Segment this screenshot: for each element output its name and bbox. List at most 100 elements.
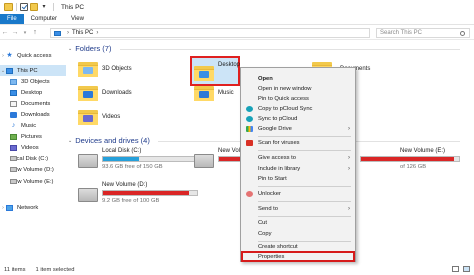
sidebar-item-label: This PC <box>17 67 38 74</box>
menu-item-unlocker[interactable]: Unlocker <box>241 189 355 199</box>
sidebar-item-label: Pictures <box>21 133 42 140</box>
folder-label: 3D Objects <box>102 65 132 72</box>
drive-icon <box>194 154 214 168</box>
menu-item-pin-start[interactable]: Pin to Start <box>241 174 355 184</box>
up-arrow-icon[interactable]: ↑ <box>30 26 40 40</box>
menu-item-include-library[interactable]: Include in library › <box>241 164 355 174</box>
usage-fill <box>103 157 139 161</box>
folder-icon <box>78 108 98 125</box>
forward-arrow-icon[interactable]: → <box>10 26 20 40</box>
menu-item-send-to[interactable]: Send to › <box>241 204 355 214</box>
sidebar-item-pictures[interactable]: Pictures <box>0 131 66 142</box>
details-view-icon[interactable] <box>452 266 459 272</box>
tab-view[interactable]: View <box>64 14 91 24</box>
menu-item-open-new-window[interactable]: Open in new window <box>241 84 355 94</box>
sidebar-item-label: Music <box>21 122 37 129</box>
videos-icon <box>10 144 17 151</box>
folder-icon <box>78 60 98 77</box>
breadcrumb-this-pc[interactable]: This PC <box>72 30 93 36</box>
drive-icon <box>10 156 17 161</box>
computer-icon <box>54 30 61 36</box>
sidebar-item-label: Videos <box>21 144 39 151</box>
menu-item-copy-pcloud-sync[interactable]: Copy to pCloud Sync <box>241 104 355 114</box>
folder-videos[interactable]: Videos <box>78 108 120 125</box>
network-icon <box>6 204 13 211</box>
menu-item-label: Unlocker <box>258 191 281 197</box>
menu-item-properties[interactable]: Properties <box>241 252 355 262</box>
breadcrumb-arrow-icon[interactable]: › <box>67 30 69 36</box>
breadcrumb-arrow-icon[interactable]: › <box>96 30 98 36</box>
divider <box>16 3 17 11</box>
menu-item-cut[interactable]: Cut <box>241 218 355 228</box>
folder-downloads[interactable]: Downloads <box>78 84 132 101</box>
menu-item-give-access[interactable]: Give access to › <box>241 153 355 163</box>
new-folder-quick-icon[interactable] <box>30 3 38 11</box>
menu-item-sync-pcloud[interactable]: Sync to pCloud <box>241 114 355 124</box>
chevron-right-icon: › <box>348 206 350 212</box>
drive-info: New Volume (E:) of 126 GB <box>360 148 460 178</box>
properties-quick-icon[interactable] <box>20 3 28 11</box>
drive-label: New Volume (E:) <box>400 148 446 154</box>
chevron-down-icon[interactable]: ▾ <box>40 3 48 11</box>
large-icons-view-icon[interactable] <box>463 266 470 272</box>
recent-chevron-icon[interactable]: ▾ <box>20 26 30 40</box>
tab-file[interactable]: File <box>0 14 24 24</box>
drive-local-disk-c[interactable]: Local Disk (C:) 93.6 GB free of 150 GB <box>78 148 198 178</box>
documents-icon <box>10 100 17 107</box>
folder-desktop[interactable]: Desktop <box>194 60 240 81</box>
ribbon-tabs: File Computer View <box>0 14 474 25</box>
chevron-down-icon[interactable]: ⌄ <box>68 46 72 52</box>
sidebar-item-3d-objects[interactable]: 3D Objects <box>0 76 66 87</box>
folder-label: Music <box>218 89 234 96</box>
menu-item-open[interactable]: Open <box>241 74 355 84</box>
sidebar-item-label: Downloads <box>21 111 50 118</box>
folder-label: Downloads <box>102 89 132 96</box>
sidebar-item-documents[interactable]: Documents <box>0 98 66 109</box>
drive-icon <box>78 188 98 202</box>
drive-new-volume-e[interactable]: New Volume (E:) of 126 GB <box>360 148 460 178</box>
drive-info: New Volume (D:) 9.2 GB free of 100 GB <box>102 182 198 212</box>
tab-computer[interactable]: Computer <box>24 14 64 24</box>
sidebar-item-label: 3D Objects <box>21 78 50 85</box>
folder-music[interactable]: Music <box>194 84 234 101</box>
menu-item-label: Copy to pCloud Sync <box>258 106 313 112</box>
folder-icon <box>78 84 98 101</box>
menu-item-pin-quick-access[interactable]: Pin to Quick access <box>241 94 355 104</box>
sidebar-item-new-volume-d[interactable]: New Volume (D:) <box>0 164 66 175</box>
menu-item-google-drive[interactable]: Google Drive › <box>241 124 355 134</box>
sidebar-item-label: Network <box>17 204 39 211</box>
sidebar-item-local-disk-c[interactable]: Local Disk (C:) <box>0 153 66 164</box>
folder-icon <box>4 3 13 11</box>
sidebar-item-music[interactable]: ♪ Music <box>0 120 66 131</box>
address-bar[interactable]: › This PC › <box>50 28 370 38</box>
folders-section-header[interactable]: ⌄ Folders (7) <box>68 44 468 53</box>
folder-3d-objects[interactable]: 3D Objects <box>78 60 132 77</box>
usage-fill <box>103 191 189 195</box>
drive-new-volume-d[interactable]: New Volume (D:) 9.2 GB free of 100 GB <box>78 182 198 212</box>
drive-info: Local Disk (C:) 93.6 GB free of 150 GB <box>102 148 198 178</box>
menu-divider <box>258 150 351 151</box>
menu-divider <box>258 186 351 187</box>
chevron-right-icon: › <box>348 155 350 161</box>
sidebar-item-label: Desktop <box>21 89 43 96</box>
menu-item-copy[interactable]: Copy <box>241 229 355 239</box>
sidebar-item-quick-access[interactable]: › ★ Quick access <box>0 50 66 61</box>
chevron-down-icon[interactable]: ⌄ <box>68 138 72 144</box>
drive-icon <box>10 179 17 184</box>
menu-item-label: Google Drive <box>258 126 292 132</box>
music-icon: ♪ <box>11 121 16 129</box>
search-input[interactable]: Search This PC <box>376 28 470 38</box>
menu-divider <box>258 216 351 217</box>
back-arrow-icon[interactable]: ← <box>0 26 10 40</box>
sidebar-item-network[interactable]: › Network <box>0 202 66 213</box>
menu-item-scan-viruses[interactable]: Scan for viruses <box>241 138 355 148</box>
sidebar-item-videos[interactable]: Videos <box>0 142 66 153</box>
google-drive-icon <box>246 126 253 132</box>
sidebar-item-downloads[interactable]: Downloads <box>0 109 66 120</box>
search-placeholder: Search This PC <box>380 30 422 36</box>
sidebar-item-this-pc[interactable]: ⌄ This PC <box>0 65 66 76</box>
sidebar-item-new-volume-e[interactable]: New Volume (E:) <box>0 176 66 187</box>
chevron-right-icon: › <box>348 166 350 172</box>
sidebar-item-desktop[interactable]: Desktop <box>0 87 66 98</box>
drive-label: New Volume (D:) <box>102 182 148 188</box>
